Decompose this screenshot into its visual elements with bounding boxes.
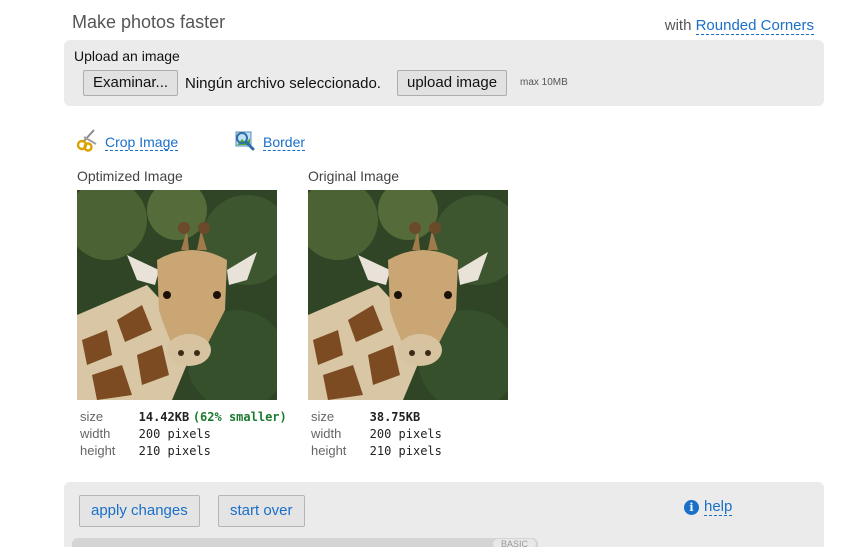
optimized-image-stats: size 14.42KB (62% smaller) width 200 pix… <box>80 408 287 459</box>
size-key: size <box>80 409 104 424</box>
width-key: width <box>80 426 111 441</box>
rounded-corners-promo: with Rounded Corners <box>664 17 814 35</box>
page-header: Make photos faster with Rounded Corners <box>72 12 814 38</box>
border-tool[interactable]: Border <box>233 128 306 157</box>
size-key: size <box>311 409 335 424</box>
optimized-size-row: size 14.42KB (62% smaller) <box>80 408 287 425</box>
magnifier-image-icon <box>233 128 257 157</box>
help-link[interactable]: help <box>704 498 733 516</box>
original-height-row: height 210 pixels <box>311 442 442 459</box>
optimized-height-row: height 210 pixels <box>80 442 287 459</box>
browse-button[interactable]: Examinar... <box>83 70 179 96</box>
width-key: width <box>311 426 342 441</box>
scissors-icon <box>75 128 99 157</box>
optimized-image-preview <box>77 190 277 400</box>
height-key: height <box>311 443 347 458</box>
crop-image-link[interactable]: Crop Image <box>105 134 179 151</box>
file-status: Ningún archivo seleccionado. <box>185 75 381 92</box>
with-prefix: with <box>664 17 692 34</box>
original-size-value: 38.75KB <box>369 410 421 424</box>
max-size-hint: max 10MB <box>520 77 568 88</box>
original-width-row: width 200 pixels <box>311 425 442 442</box>
upload-panel: Upload an image Examinar... Ningún archi… <box>64 40 824 106</box>
original-width-value: 200 pixels <box>369 427 442 441</box>
original-size-row: size 38.75KB <box>311 408 442 425</box>
savings-badge: (62% smaller) <box>192 410 287 424</box>
original-image-stats: size 38.75KB width 200 pixels height 210… <box>311 408 442 459</box>
original-image-title: Original Image <box>308 168 400 184</box>
optimized-width-value: 200 pixels <box>138 427 211 441</box>
optimized-image-column: Optimized Image size 14.42KB (62% smalle… <box>77 168 287 458</box>
apply-changes-button[interactable]: apply changes <box>79 495 200 527</box>
height-key: height <box>80 443 116 458</box>
original-image-preview <box>308 190 508 400</box>
actions-panel: apply changes start over i help BASIC <box>64 482 824 547</box>
crop-image-tool[interactable]: Crop Image <box>75 128 179 157</box>
help-link-group[interactable]: i help <box>684 498 733 516</box>
optimized-height-value: 210 pixels <box>138 444 211 458</box>
original-image-column: Original Image size 38.75KB width 200 pi… <box>308 168 518 458</box>
optimized-width-row: width 200 pixels <box>80 425 287 442</box>
optimized-size-value: 14.42KB <box>138 410 190 424</box>
border-link[interactable]: Border <box>263 134 306 151</box>
image-tools: Crop Image Border <box>75 128 335 157</box>
upload-image-button[interactable]: upload image <box>397 70 508 96</box>
rounded-corners-link[interactable]: Rounded Corners <box>695 17 814 35</box>
upload-label: Upload an image <box>74 48 180 64</box>
optimized-image-title: Optimized Image <box>77 168 183 184</box>
settings-slider-track[interactable]: BASIC <box>72 538 538 547</box>
info-icon: i <box>684 499 699 515</box>
slider-level-tag: BASIC <box>492 539 536 547</box>
page-title: Make photos faster <box>72 12 226 32</box>
start-over-button[interactable]: start over <box>218 495 305 527</box>
original-height-value: 210 pixels <box>369 444 442 458</box>
